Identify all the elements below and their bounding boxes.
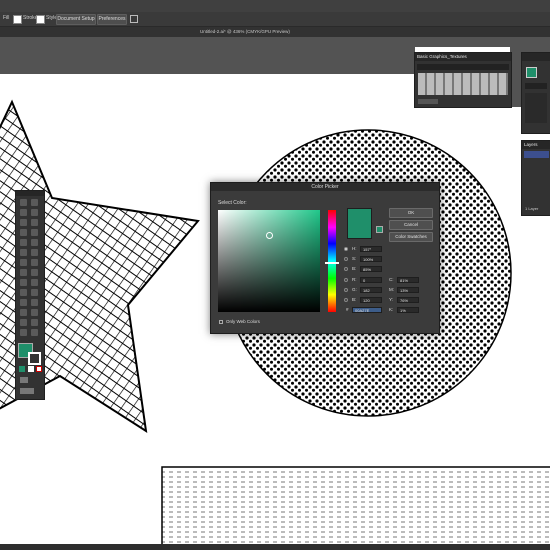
gradient-mode-icon[interactable] (28, 366, 34, 372)
hex-field[interactable]: 00A27E (352, 307, 382, 313)
tools-panel (15, 190, 45, 400)
direct-selection-tool-icon[interactable] (31, 199, 38, 206)
symbol-sprayer-tool-icon[interactable] (20, 309, 27, 316)
magenta-field[interactable]: 13% (397, 287, 419, 293)
screen-mode-icon[interactable] (20, 388, 34, 394)
cyan-field[interactable]: 81% (397, 277, 419, 283)
line-tool-icon[interactable] (31, 229, 38, 236)
stroke-color-swatch[interactable] (28, 352, 41, 365)
green-label: G: (352, 287, 357, 292)
black-label: K: (389, 307, 394, 312)
width-tool-icon[interactable] (20, 269, 27, 276)
magic-wand-tool-icon[interactable] (20, 209, 27, 216)
gradient-tool-icon[interactable] (31, 289, 38, 296)
zoom-tool-icon[interactable] (31, 329, 38, 336)
graphics-library-search[interactable] (417, 64, 509, 70)
graphics-library-title: Basic Graphics_Textures (417, 54, 467, 59)
yellow-field[interactable]: 76% (397, 297, 419, 303)
hue-slider[interactable] (325, 210, 339, 312)
hue-slider-thumb[interactable] (325, 262, 339, 264)
scale-tool-icon[interactable] (31, 259, 38, 266)
brightness-field[interactable]: 85% (360, 266, 382, 272)
brightness-label: B: (352, 266, 357, 271)
free-transform-tool-icon[interactable] (31, 269, 38, 276)
pen-tool-icon[interactable] (20, 219, 27, 226)
lasso-tool-icon[interactable] (31, 209, 38, 216)
layer-row[interactable] (524, 151, 549, 158)
blue-radio[interactable] (344, 298, 348, 302)
graphics-library-header[interactable]: Basic Graphics_Textures (415, 53, 511, 61)
ok-button[interactable]: OK (389, 208, 433, 218)
blend-tool-icon[interactable] (31, 299, 38, 306)
color-mode-icon[interactable] (19, 366, 25, 372)
red-radio[interactable] (344, 278, 348, 282)
artboard-tool-icon[interactable] (20, 319, 27, 326)
rotate-tool-icon[interactable] (20, 259, 27, 266)
pencil-tool-icon[interactable] (20, 249, 27, 256)
black-field[interactable]: 1% (397, 307, 419, 313)
cancel-button[interactable]: Cancel (389, 220, 433, 230)
green-field[interactable]: 182 (360, 287, 382, 293)
none-mode-icon[interactable] (36, 366, 42, 372)
color-picker-title[interactable]: Color Picker (211, 183, 439, 191)
cyan-label: C: (389, 277, 394, 282)
eyedropper-tool-icon[interactable] (20, 299, 27, 306)
curvature-tool-icon[interactable] (31, 219, 38, 226)
brightness-radio[interactable] (344, 267, 348, 271)
layers-panel-title: Layers (524, 142, 538, 147)
status-bar (0, 544, 550, 550)
mini-panel-field[interactable] (525, 83, 547, 89)
saturation-field[interactable]: 100% (360, 256, 382, 262)
hue-label: H: (352, 246, 357, 251)
only-web-colors-label: Only Web Colors (226, 319, 260, 324)
color-field[interactable] (218, 210, 320, 312)
mini-fill-swatch[interactable] (526, 67, 537, 78)
mesh-tool-icon[interactable] (20, 289, 27, 296)
eraser-tool-icon[interactable] (31, 249, 38, 256)
color-swatches-button[interactable]: Color Swatches (389, 232, 433, 242)
magenta-label: M: (389, 287, 394, 292)
dashed-rectangle[interactable] (161, 466, 550, 550)
slice-tool-icon[interactable] (31, 319, 38, 326)
layers-panel: Layers 1 Layer (521, 140, 550, 216)
shape-builder-tool-icon[interactable] (20, 279, 27, 286)
hue-radio[interactable] (344, 247, 348, 251)
red-label: R: (352, 277, 357, 282)
paintbrush-tool-icon[interactable] (31, 239, 38, 246)
right-mini-panel (521, 52, 550, 134)
color-picker-dialog: Color Picker Select Color: OK Cancel Col… (210, 182, 440, 334)
blue-field[interactable]: 120 (360, 297, 382, 303)
hex-label: # (346, 307, 349, 312)
select-color-label: Select Color: (218, 200, 247, 206)
rectangle-tool-icon[interactable] (20, 239, 27, 246)
tools-panel-header[interactable] (16, 191, 44, 196)
new-color-preview (347, 208, 372, 239)
type-tool-icon[interactable] (20, 229, 27, 236)
graphics-library-panel: Basic Graphics_Textures (414, 52, 512, 108)
draw-mode-icon[interactable] (20, 377, 28, 383)
column-graph-tool-icon[interactable] (31, 309, 38, 316)
hue-field[interactable]: 157° (360, 246, 382, 252)
yellow-label: Y: (389, 297, 394, 302)
blue-label: B: (352, 297, 357, 302)
layers-panel-header[interactable]: Layers (522, 141, 550, 149)
selection-tool-icon[interactable] (20, 199, 27, 206)
graphics-library-menu-icon[interactable] (418, 99, 438, 104)
layers-count: 1 Layer (525, 206, 539, 211)
out-of-gamut-swatch[interactable] (376, 226, 383, 233)
saturation-radio[interactable] (344, 257, 348, 261)
only-web-colors-checkbox[interactable] (219, 320, 223, 324)
saturation-label: S: (352, 256, 357, 261)
right-mini-panel-header[interactable] (522, 53, 550, 61)
perspective-grid-tool-icon[interactable] (31, 279, 38, 286)
green-radio[interactable] (344, 288, 348, 292)
red-field[interactable]: 0 (360, 277, 382, 283)
hand-tool-icon[interactable] (20, 329, 27, 336)
mini-panel-content (525, 93, 547, 123)
texture-swatches[interactable] (418, 73, 508, 95)
color-field-cursor[interactable] (266, 232, 273, 239)
